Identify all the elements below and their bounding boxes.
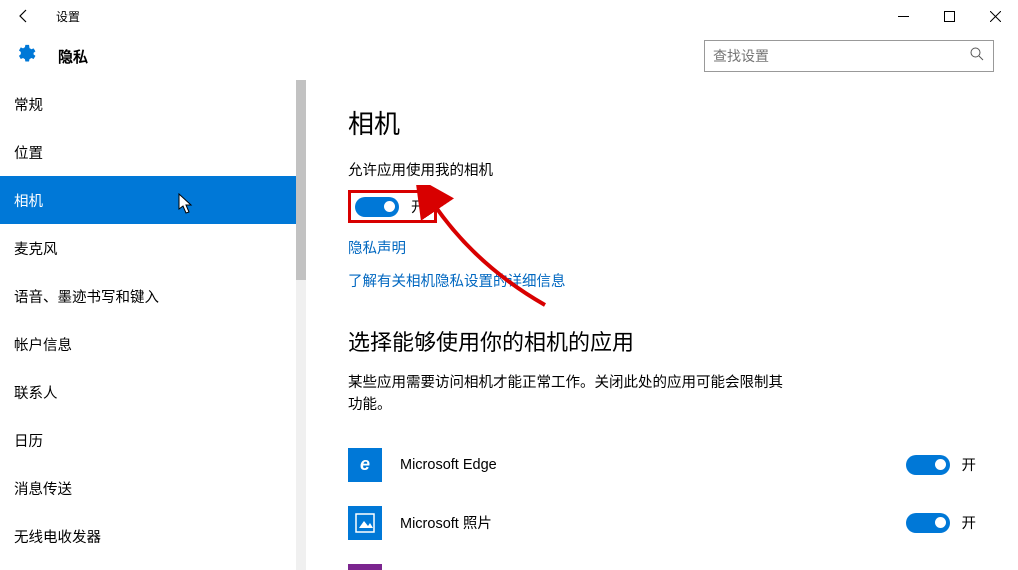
highlight-box: 开 bbox=[348, 190, 437, 223]
section-description: 某些应用需要访问相机才能正常工作。关闭此处的应用可能会限制其功能。 bbox=[348, 373, 788, 417]
onenote-icon: N bbox=[348, 564, 382, 570]
sidebar-item-radios[interactable]: 无线电收发器 bbox=[0, 512, 296, 560]
app-name: Microsoft 照片 bbox=[400, 512, 906, 533]
minimize-button[interactable] bbox=[880, 0, 926, 32]
search-input[interactable] bbox=[704, 40, 994, 72]
sidebar-item-microphone[interactable]: 麦克风 bbox=[0, 224, 296, 272]
window-title: 设置 bbox=[56, 8, 80, 25]
app-row-photos: Microsoft 照片 开 bbox=[348, 497, 986, 549]
app-toggle-edge[interactable] bbox=[906, 455, 950, 475]
section-heading-apps: 选择能够使用你的相机的应用 bbox=[348, 325, 986, 357]
app-row-edge: e Microsoft Edge 开 bbox=[348, 439, 986, 491]
sidebar-item-contacts[interactable]: 联系人 bbox=[0, 368, 296, 416]
sidebar-item-account[interactable]: 帐户信息 bbox=[0, 320, 296, 368]
gear-icon bbox=[14, 43, 36, 70]
page-title: 隐私 bbox=[58, 46, 88, 67]
edge-icon: e bbox=[348, 448, 382, 482]
sidebar: 常规 位置 相机 麦克风 语音、墨迹书写和键入 帐户信息 联系人 日历 消息传送… bbox=[0, 80, 296, 570]
allow-apps-label: 允许应用使用我的相机 bbox=[348, 159, 986, 180]
scrollbar[interactable] bbox=[296, 80, 306, 570]
app-toggle-photos[interactable] bbox=[906, 513, 950, 533]
maximize-button[interactable] bbox=[926, 0, 972, 32]
app-row-onenote: N OneNote 开 bbox=[348, 555, 986, 570]
photos-icon bbox=[348, 506, 382, 540]
search-icon bbox=[969, 46, 985, 67]
sidebar-item-general[interactable]: 常规 bbox=[0, 80, 296, 128]
back-button[interactable] bbox=[0, 0, 48, 32]
sidebar-item-camera[interactable]: 相机 bbox=[0, 176, 296, 224]
content-panel: 相机 允许应用使用我的相机 开 隐私声明 了解有关相机隐私设置的详细信息 选择能… bbox=[306, 80, 1018, 570]
camera-access-toggle-label: 开 bbox=[411, 196, 426, 217]
camera-access-toggle[interactable] bbox=[355, 197, 399, 217]
close-button[interactable] bbox=[972, 0, 1018, 32]
app-name: Microsoft Edge bbox=[400, 457, 906, 473]
search-field[interactable] bbox=[713, 48, 969, 64]
sidebar-item-calendar[interactable]: 日历 bbox=[0, 416, 296, 464]
sidebar-item-speech[interactable]: 语音、墨迹书写和键入 bbox=[0, 272, 296, 320]
sidebar-item-messaging[interactable]: 消息传送 bbox=[0, 464, 296, 512]
privacy-statement-link[interactable]: 隐私声明 bbox=[348, 237, 406, 258]
sidebar-item-location[interactable]: 位置 bbox=[0, 128, 296, 176]
scrollbar-thumb[interactable] bbox=[296, 80, 306, 280]
section-heading-camera: 相机 bbox=[348, 104, 986, 141]
learn-more-link[interactable]: 了解有关相机隐私设置的详细信息 bbox=[348, 270, 566, 291]
